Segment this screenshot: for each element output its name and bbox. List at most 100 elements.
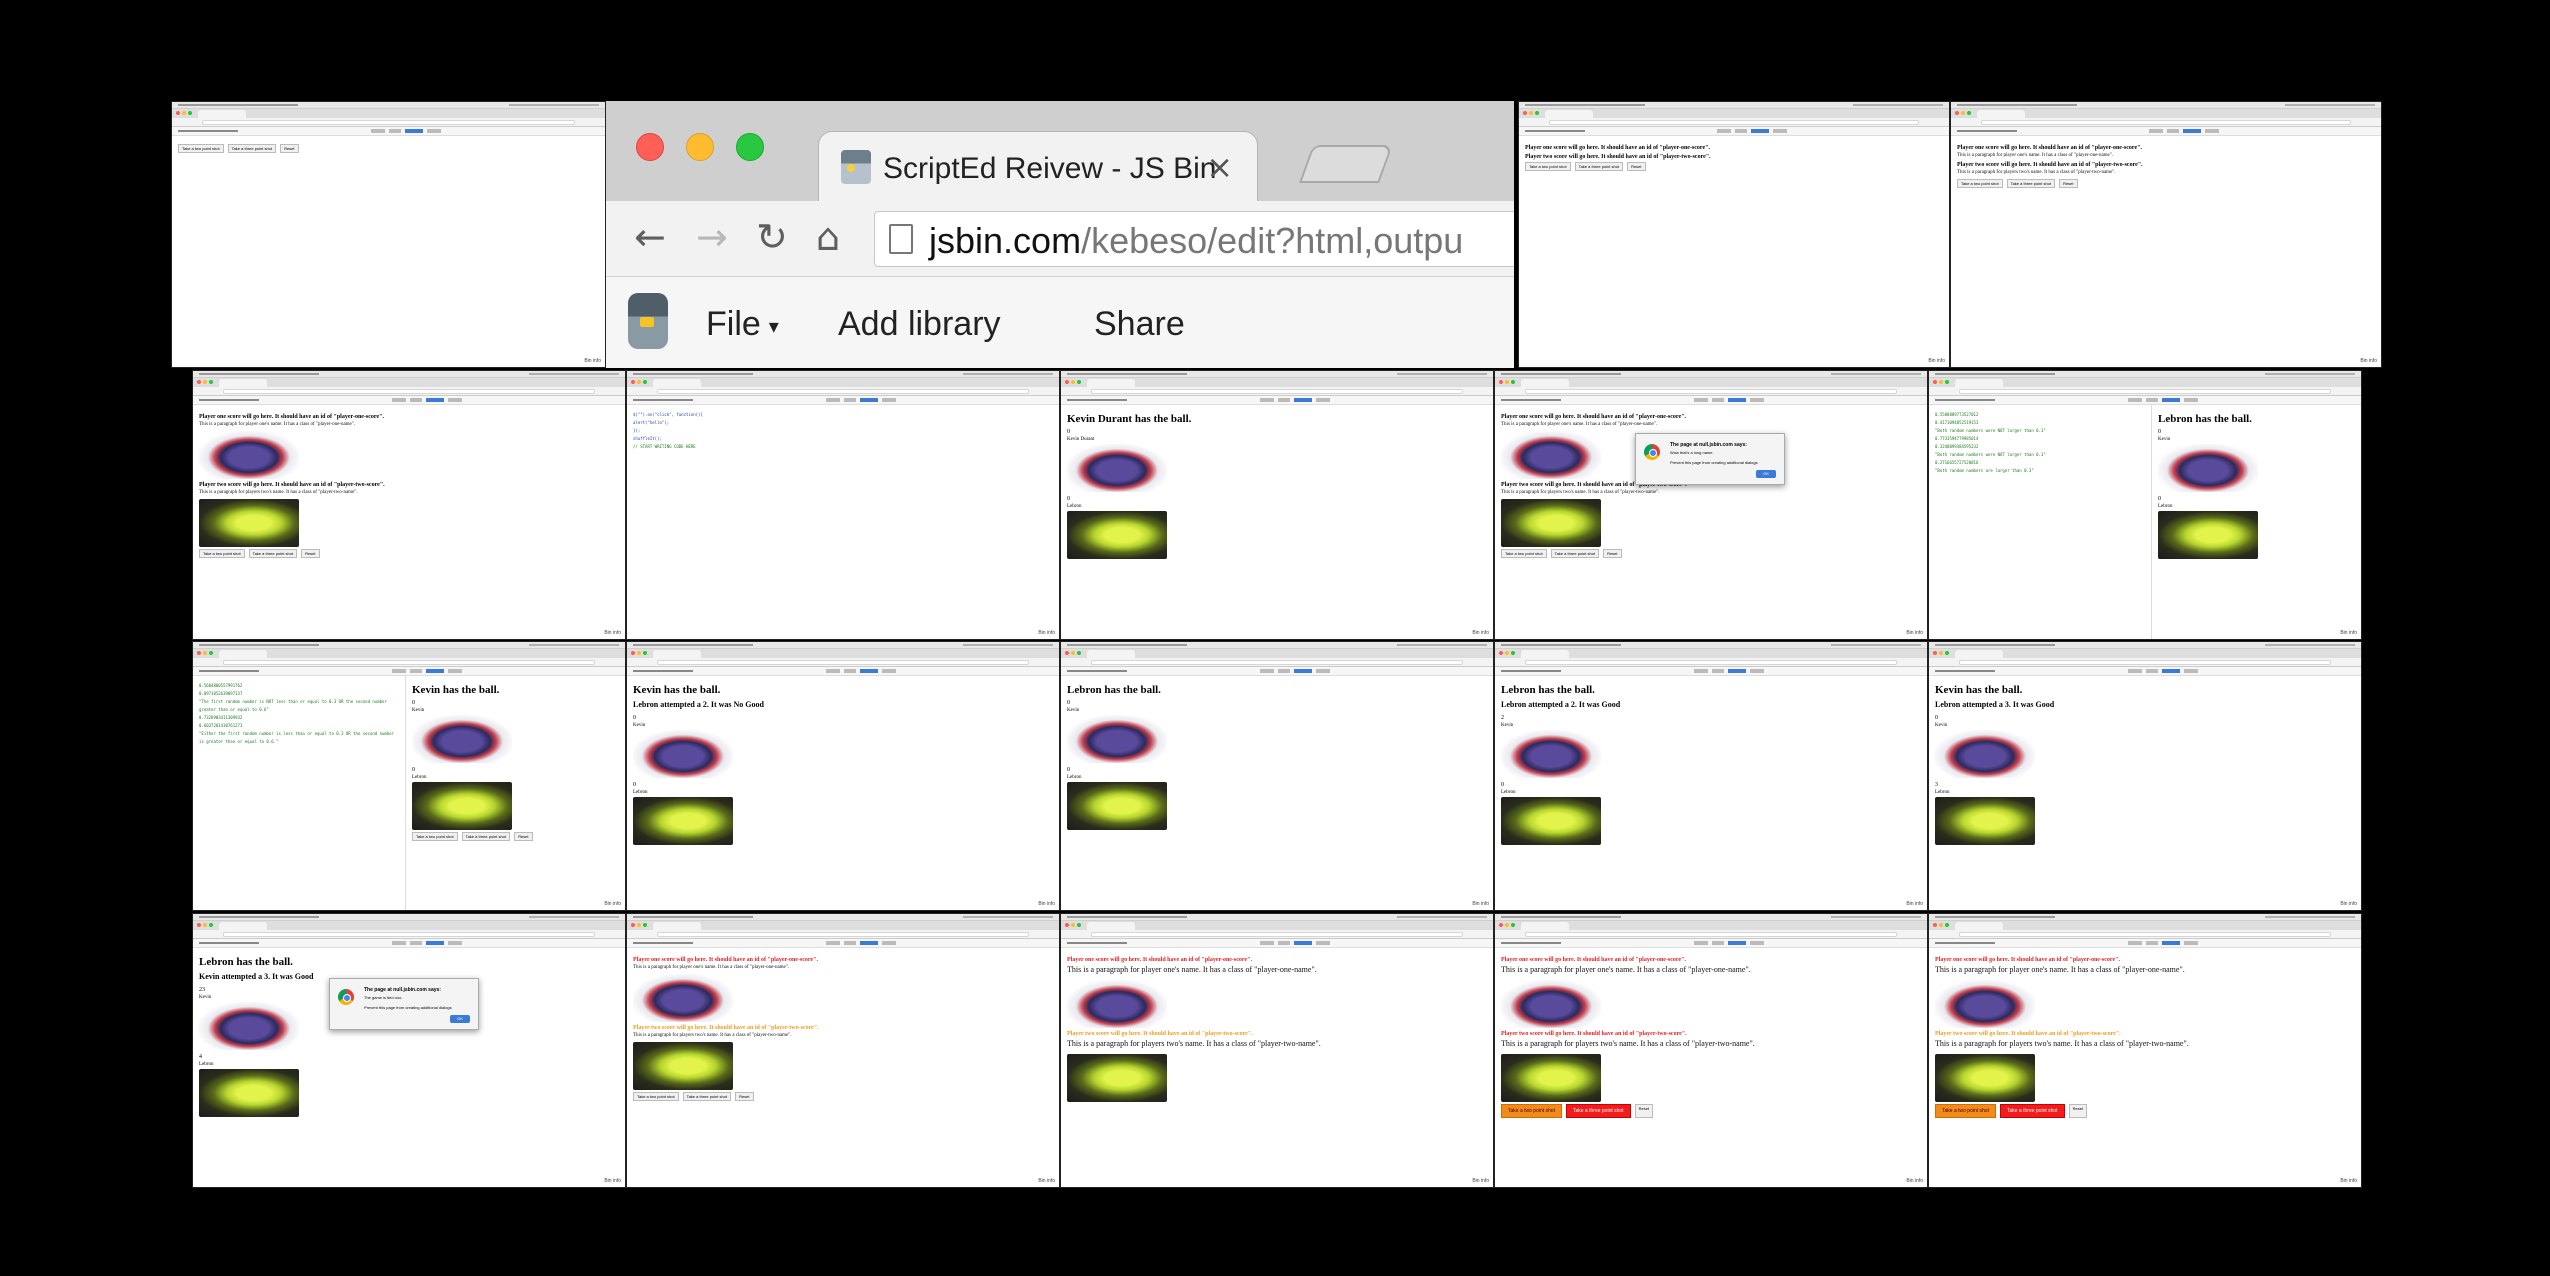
tab-scripted-review[interactable]: ScriptEd Reivew - JS Bin × [818, 131, 1258, 201]
bin-info[interactable]: Bin info [2340, 630, 2357, 636]
bin-info[interactable]: Bin info [1472, 901, 1489, 907]
reset-button[interactable]: Reset [2068, 1104, 2088, 1118]
three-point-button[interactable]: Take a three point shot [1999, 1104, 2065, 1118]
reset-button[interactable]: Reset [280, 144, 299, 153]
file-menu[interactable]: File ▾ [706, 305, 779, 344]
two-point-button[interactable]: Take a two point shot [1501, 549, 1547, 558]
address-bar[interactable] [1929, 658, 2361, 667]
address-bar[interactable]: jsbin.com/kebeso/edit?html,outpu [874, 211, 1514, 267]
output-pane: Player one score will go here. It should… [627, 948, 1059, 1187]
home-icon[interactable]: ⌂ [816, 217, 840, 257]
bin-info[interactable]: Bin info [1472, 630, 1489, 636]
address-bar[interactable] [193, 930, 625, 939]
two-point-button[interactable]: Take a two point shot [1525, 162, 1571, 171]
console-line: 0.8971052639097137 [199, 691, 243, 696]
address-bar[interactable] [1061, 930, 1493, 939]
three-point-button[interactable]: Take a three point shot [461, 832, 511, 841]
jsbin-logo-icon[interactable] [628, 293, 668, 349]
alert-suppress-checkbox[interactable]: Prevent this page from creating addition… [364, 1005, 452, 1010]
address-bar[interactable] [193, 387, 625, 396]
kevin-shoe-image [412, 715, 512, 763]
reset-button[interactable]: Reset [1627, 162, 1646, 171]
two-point-button[interactable]: Take a two point shot [412, 832, 458, 841]
share-menu[interactable]: Share [1094, 305, 1185, 344]
address-bar[interactable] [627, 930, 1059, 939]
code-line: shuffleIt(); [633, 436, 662, 441]
bin-info[interactable]: Bin info [2360, 358, 2377, 364]
reset-button[interactable]: Reset [2059, 179, 2078, 188]
reset-button[interactable]: Reset [301, 549, 320, 558]
address-bar[interactable] [1951, 118, 2381, 127]
mac-menubar [1929, 914, 2361, 921]
thumb-r2-c2: $("").on("click", function(){ alert("hel… [626, 370, 1060, 640]
forward-arrow-icon[interactable]: → [696, 217, 728, 257]
address-bar[interactable] [1929, 930, 2361, 939]
bin-info[interactable]: Bin info [604, 630, 621, 636]
tab-close-icon[interactable]: × [1206, 148, 1233, 186]
bin-info[interactable]: Bin info [604, 901, 621, 907]
bin-info[interactable]: Bin info [1038, 1178, 1055, 1184]
bin-info[interactable]: Bin info [1038, 901, 1055, 907]
address-bar[interactable] [172, 118, 605, 127]
bin-info[interactable]: Bin info [1472, 1178, 1489, 1184]
address-bar[interactable] [1495, 658, 1927, 667]
two-point-button[interactable]: Take a two point shot [1935, 1104, 1996, 1118]
address-bar[interactable] [193, 658, 625, 667]
reset-button[interactable]: Reset [514, 832, 533, 841]
bin-info[interactable]: Bin info [2340, 901, 2357, 907]
new-tab-button[interactable] [1299, 145, 1393, 183]
address-bar[interactable] [627, 658, 1059, 667]
three-point-button[interactable]: Take a three point shot [227, 144, 277, 153]
three-point-button[interactable]: Take a three point shot [1550, 549, 1600, 558]
bin-info[interactable]: Bin info [1038, 630, 1055, 636]
zoom-window-icon[interactable] [736, 133, 764, 161]
two-point-button[interactable]: Take a two point shot [199, 549, 245, 558]
address-bar[interactable] [1519, 118, 1949, 127]
thumb-r4-c2: Player one score will go here. It should… [626, 913, 1060, 1188]
possession-heading: Kevin Durant has the ball. [1067, 413, 1192, 425]
three-point-button[interactable]: Take a three point shot [2006, 179, 2056, 188]
three-point-button[interactable]: Take a three point shot [1574, 162, 1624, 171]
address-bar[interactable] [1061, 658, 1493, 667]
two-point-button[interactable]: Take a two point shot [633, 1092, 679, 1101]
address-bar[interactable] [1495, 930, 1927, 939]
alert-suppress-checkbox[interactable]: Prevent this page from creating addition… [1670, 460, 1758, 465]
thumb-r1-c1: Take a two point shot Take a three point… [171, 101, 606, 368]
bin-info[interactable]: Bin info [1906, 901, 1923, 907]
two-point-button[interactable]: Take a two point shot [1957, 179, 2003, 188]
reset-button[interactable]: Reset [1634, 1104, 1654, 1118]
player-two-name: Lebron [1935, 790, 1950, 795]
address-bar[interactable] [1495, 387, 1927, 396]
reload-icon[interactable]: ↻ [756, 217, 788, 257]
bin-info[interactable]: Bin info [584, 358, 601, 364]
three-point-button[interactable]: Take a three point shot [248, 549, 298, 558]
output-pane: Player one score will go here. It should… [1495, 948, 1927, 1187]
possession-heading: Kevin has the ball. [1935, 684, 2023, 696]
three-point-button[interactable]: Take a three point shot [1565, 1104, 1631, 1118]
three-point-button[interactable]: Take a three point shot [682, 1092, 732, 1101]
close-window-icon[interactable] [636, 133, 664, 161]
reset-button[interactable]: Reset [735, 1092, 754, 1101]
bin-info[interactable]: Bin info [604, 1178, 621, 1184]
alert-ok-button[interactable]: OK [450, 1015, 470, 1023]
back-arrow-icon[interactable]: ← [634, 217, 666, 257]
two-point-button[interactable]: Take a two point shot [178, 144, 224, 153]
thumb-r3-c1: 0.5684800557991762 0.8971052639097137 "T… [192, 641, 626, 911]
player-one-score: 0 [2158, 429, 2161, 435]
alert-ok-button[interactable]: OK [1756, 470, 1776, 478]
bin-info[interactable]: Bin info [2340, 1178, 2357, 1184]
address-bar[interactable] [627, 387, 1059, 396]
bin-info[interactable]: Bin info [1906, 630, 1923, 636]
add-library-menu[interactable]: Add library [838, 305, 1001, 344]
bin-info[interactable]: Bin info [1928, 358, 1945, 364]
bin-info[interactable]: Bin info [1906, 1178, 1923, 1184]
reset-button[interactable]: Reset [1603, 549, 1622, 558]
js-editor-pane[interactable]: $("").on("click", function(){ alert("hel… [627, 405, 1059, 639]
address-bar[interactable] [1061, 387, 1493, 396]
output-pane: Player one score will go here. It should… [1061, 948, 1493, 1187]
lebron-shoe-image [199, 1069, 299, 1117]
minimize-window-icon[interactable] [686, 133, 714, 161]
two-point-button[interactable]: Take a two point shot [1501, 1104, 1562, 1118]
address-bar[interactable] [1929, 387, 2361, 396]
kevin-shoe-image [1067, 444, 1167, 492]
